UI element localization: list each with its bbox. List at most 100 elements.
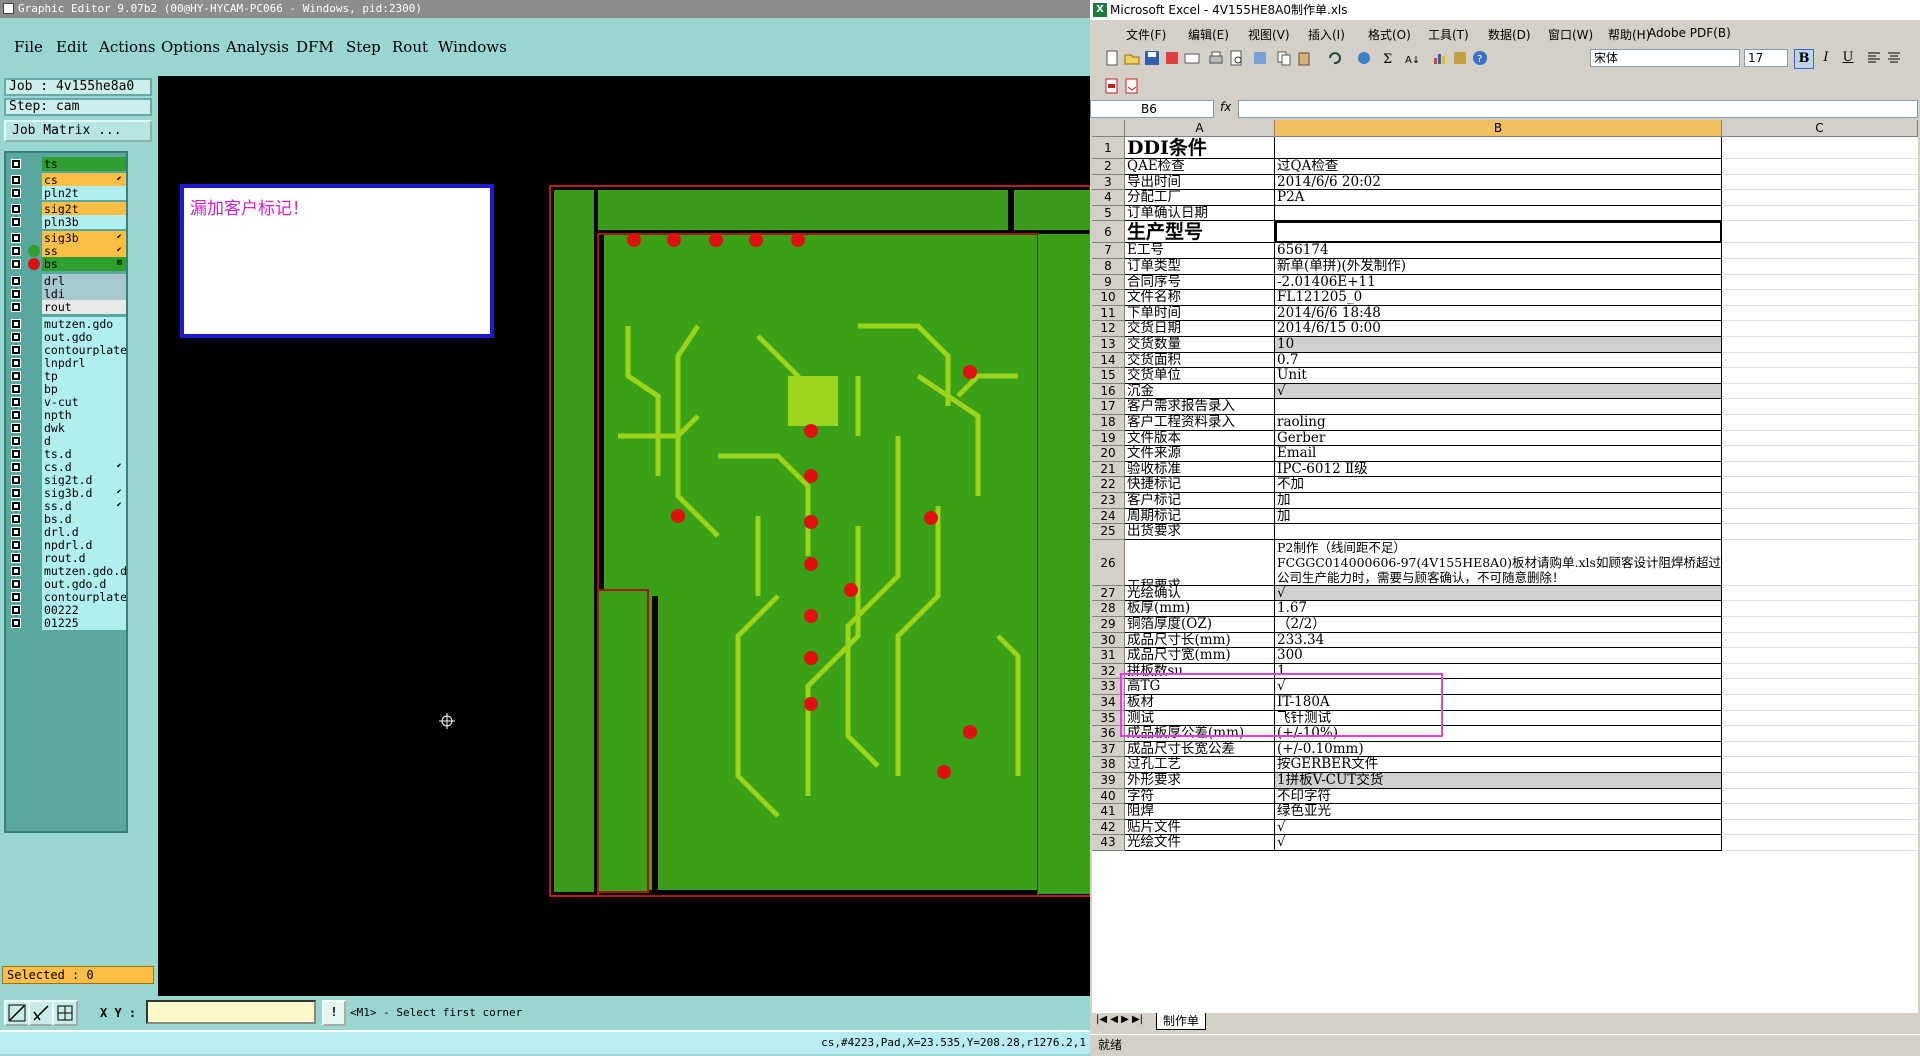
layer-checkbox[interactable]	[11, 566, 21, 576]
column-header-c[interactable]: C	[1722, 120, 1918, 137]
layer-checkbox[interactable]	[11, 319, 21, 329]
email-icon[interactable]	[1184, 50, 1200, 66]
cell-c[interactable]	[1722, 190, 1918, 206]
cell-b[interactable]	[1275, 221, 1722, 244]
row-header[interactable]: 43	[1092, 835, 1125, 851]
cell-c[interactable]	[1722, 431, 1918, 447]
paste-icon[interactable]	[1296, 50, 1312, 66]
layer-checkbox[interactable]	[11, 488, 21, 498]
layer-checkbox[interactable]	[11, 246, 21, 256]
xy-input[interactable]	[146, 1000, 316, 1024]
zoom-fit-button[interactable]	[4, 1000, 30, 1026]
font-size-select[interactable]: 17	[1744, 49, 1788, 67]
cell-b[interactable]	[1275, 205, 1722, 222]
cell-c[interactable]	[1722, 757, 1918, 773]
cell-b[interactable]: 656174	[1275, 243, 1722, 259]
xl-menu-format[interactable]: 格式(O)	[1368, 26, 1411, 43]
layer-checkbox[interactable]	[11, 527, 21, 537]
cell-b[interactable]: 300	[1275, 648, 1722, 664]
cell-c[interactable]	[1722, 259, 1918, 275]
cell-b[interactable]: 2014/6/6 20:02	[1275, 174, 1722, 191]
print-preview-icon[interactable]	[1228, 50, 1244, 66]
underline-button[interactable]: U	[1838, 49, 1858, 69]
layer-name[interactable]: mutzen.gdo	[42, 317, 126, 331]
layer-display-dot-icon[interactable]	[28, 258, 40, 270]
insert-function-icon[interactable]: fx	[1220, 100, 1231, 114]
sheet-tab-active[interactable]: 制作单	[1156, 1013, 1207, 1030]
cell-c[interactable]	[1722, 835, 1918, 851]
cell-b[interactable]: (+/-0.10mm)	[1275, 741, 1722, 758]
layer-name[interactable]: ldi	[42, 287, 126, 301]
row-header[interactable]: 4	[1092, 190, 1125, 206]
undo-icon[interactable]	[1326, 50, 1342, 66]
cell-c[interactable]	[1722, 586, 1918, 602]
cell-a[interactable]: 成品尺寸宽(mm)	[1125, 648, 1275, 664]
cell-c[interactable]	[1722, 820, 1918, 836]
cell-a[interactable]: 客户标记	[1125, 493, 1275, 509]
xl-menu-window[interactable]: 窗口(W)	[1548, 26, 1593, 43]
cell-a[interactable]: 贴片文件	[1125, 819, 1275, 836]
layer-checkbox[interactable]	[11, 175, 21, 185]
save-icon[interactable]	[1144, 50, 1160, 66]
select-all-corner[interactable]	[1092, 120, 1125, 137]
xl-menu-help[interactable]: 帮助(H)	[1608, 26, 1650, 43]
cell-b[interactable]: 加	[1275, 493, 1722, 509]
cell-c[interactable]	[1722, 462, 1918, 478]
cell-b[interactable]: -2.01406E+11	[1275, 274, 1722, 291]
layer-checkbox[interactable]	[11, 217, 21, 227]
cell-c[interactable]	[1722, 726, 1918, 742]
layer-checkbox[interactable]	[11, 501, 21, 511]
cell-b[interactable]: √	[1275, 835, 1722, 851]
layer-checkbox[interactable]	[11, 345, 21, 355]
layer-checkbox[interactable]	[11, 302, 21, 312]
layer-checkbox[interactable]	[11, 384, 21, 394]
layer-name[interactable]: dwk	[42, 421, 126, 435]
cell-c[interactable]	[1722, 493, 1918, 509]
cell-b[interactable]: 10	[1275, 337, 1722, 353]
cell-b[interactable]: FL121205_0	[1275, 290, 1722, 306]
cell-c[interactable]	[1722, 648, 1918, 664]
window-menu-icon[interactable]	[3, 3, 14, 14]
cell-b[interactable]: 2014/6/15 0:00	[1275, 321, 1722, 337]
menu-analysis[interactable]: Analysis	[226, 38, 289, 56]
cell-b[interactable]	[1275, 137, 1722, 159]
layer-checkbox[interactable]	[11, 371, 21, 381]
zoom-area-button[interactable]	[28, 1000, 54, 1026]
cell-a[interactable]: 阻焊	[1125, 804, 1275, 820]
column-header-b[interactable]: B	[1275, 120, 1722, 137]
cell-a[interactable]: 导出时间	[1125, 174, 1275, 191]
layer-name[interactable]: bs	[42, 257, 126, 271]
layer-name[interactable]: cs	[42, 173, 126, 187]
cell-c[interactable]	[1722, 773, 1918, 789]
italic-button[interactable]: I	[1816, 49, 1836, 69]
layer-name[interactable]: sig2t	[42, 202, 126, 216]
row-header[interactable]: 26	[1092, 539, 1125, 586]
layer-checkbox[interactable]	[11, 592, 21, 602]
cell-b[interactable]: 不加	[1275, 477, 1722, 493]
cell-a[interactable]: 交货数量	[1125, 337, 1275, 353]
xl-menu-view[interactable]: 视图(V)	[1248, 26, 1290, 43]
layer-checkbox[interactable]	[11, 410, 21, 420]
print-icon[interactable]	[1208, 50, 1224, 66]
row-header[interactable]: 37	[1092, 741, 1125, 758]
cell-a[interactable]: 下单时间	[1125, 305, 1275, 322]
row-header[interactable]: 40	[1092, 788, 1125, 805]
cell-c[interactable]	[1722, 601, 1918, 617]
layer-checkbox[interactable]	[11, 204, 21, 214]
layer-checkbox[interactable]	[11, 332, 21, 342]
cell-c[interactable]	[1722, 446, 1918, 462]
layer-checkbox[interactable]	[11, 159, 21, 169]
cell-a[interactable]: 合同序号	[1125, 274, 1275, 291]
cell-b[interactable]: Unit	[1275, 368, 1722, 384]
cell-a[interactable]: 生产型号	[1125, 221, 1275, 244]
layer-row[interactable]: pln3b	[6, 215, 126, 230]
layer-name[interactable]: bp	[42, 382, 126, 396]
cell-b[interactable]: （2/2）	[1275, 617, 1722, 633]
cell-c[interactable]	[1722, 221, 1918, 244]
copy-icon[interactable]	[1276, 50, 1292, 66]
grid-button[interactable]	[52, 1000, 78, 1026]
cell-a[interactable]: 成品尺寸长(mm)	[1125, 632, 1275, 649]
align-center-icon[interactable]	[1886, 50, 1902, 66]
layer-checkbox[interactable]	[11, 475, 21, 485]
column-header-a[interactable]: A	[1125, 120, 1275, 137]
